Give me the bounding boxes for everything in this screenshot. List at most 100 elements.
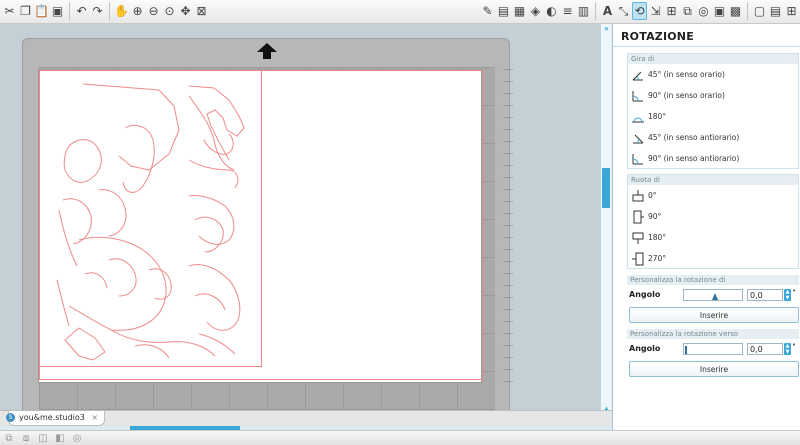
angle-slider[interactable] <box>683 343 743 355</box>
option-label: 270° <box>648 254 667 263</box>
angle-input[interactable]: 0,0 <box>747 289 783 301</box>
weld-icon[interactable]: ◎ <box>70 432 84 445</box>
ungroup-icon[interactable]: ⧈ <box>19 432 33 445</box>
rotate-45-cw-icon <box>632 71 643 80</box>
rotate-90-ccw-option[interactable]: 90° (in senso antiorario) <box>628 148 798 169</box>
group-icon[interactable]: ⧉ <box>2 432 16 445</box>
rotate-by-section: Gira di 45° (in senso orario) 90° (in se… <box>627 53 799 169</box>
document-tab-bar: S you&me.studio3 × <box>0 410 612 426</box>
line-style-icon[interactable]: ◈ <box>528 2 543 20</box>
divider <box>613 46 800 47</box>
replicate-icon[interactable]: ⧉ <box>680 2 695 20</box>
trace-icon[interactable]: ▣ <box>712 2 727 20</box>
text-style-icon[interactable]: A <box>600 2 615 20</box>
rotate-to-270-option[interactable]: 270° <box>628 248 798 269</box>
rotate-45-ccw-icon <box>633 134 644 143</box>
delete-icon[interactable]: ▣ <box>50 2 65 20</box>
paste-icon[interactable]: 📋 <box>34 2 49 20</box>
zoom-out-icon[interactable]: ⊖ <box>146 2 161 20</box>
rotate-icon[interactable]: ⟲ <box>632 2 647 20</box>
rotate-to-90-icon <box>633 210 644 223</box>
line-color-icon[interactable]: ▦ <box>512 2 527 20</box>
rotate-to-section: Ruota di 0° 90° 180° 270° <box>627 174 799 269</box>
cut-icon[interactable]: ✂ <box>2 2 17 20</box>
angle-label: Angolo <box>629 344 661 353</box>
toolbar-divider <box>747 2 748 20</box>
rotate-to-270-icon <box>632 252 644 265</box>
move-icon[interactable]: ✥ <box>178 2 193 20</box>
panel-collapse-icon[interactable]: » <box>601 24 612 34</box>
option-label: 45° (in senso orario) <box>648 70 725 79</box>
rotate-90-cw-icon <box>632 90 643 101</box>
angle-stepper[interactable]: ▲ ▼ <box>784 289 791 301</box>
degree-unit-icon: • <box>792 287 797 295</box>
insert-rotation-to-button[interactable]: Inserire <box>629 361 799 377</box>
canvas-vertical-scrollbar[interactable]: » ▲ ▼ <box>600 24 611 426</box>
angle-slider[interactable] <box>683 289 743 301</box>
bottom-toolbar: ⧉ ⧈ ◫ ◧ ◎ <box>0 430 800 445</box>
canvas-area[interactable] <box>0 24 600 439</box>
fit-page-icon[interactable]: ⊠ <box>194 2 209 20</box>
send-icon[interactable]: ⊞ <box>784 2 799 20</box>
cutting-mat <box>22 38 513 439</box>
compound-path-icon[interactable]: ◫ <box>36 432 50 445</box>
release-compound-icon[interactable]: ◧ <box>53 432 67 445</box>
option-label: 45° (in senso antiorario) <box>648 133 740 142</box>
option-label: 90° <box>648 212 662 221</box>
align-icon[interactable]: ⊞ <box>664 2 679 20</box>
cut-settings-icon[interactable]: ▤ <box>768 2 783 20</box>
mat-ruler <box>503 69 513 389</box>
face-outline <box>63 139 102 183</box>
slider-handle[interactable] <box>685 346 687 354</box>
transform-icon[interactable]: ⤡ <box>616 2 631 20</box>
pen-icon[interactable]: ✎ <box>480 2 495 20</box>
rotate-45-ccw-option[interactable]: 45° (in senso antiorario) <box>628 127 798 148</box>
option-label: 90° (in senso antiorario) <box>648 154 740 163</box>
section-header: Personalizza la rotazione verso <box>627 329 799 339</box>
angle-input[interactable]: 0,0 <box>747 343 783 355</box>
scrollbar-thumb[interactable] <box>602 168 610 208</box>
section-header: Ruota di <box>628 175 798 185</box>
toolbar-divider <box>69 2 70 20</box>
zoom-in-icon[interactable]: ⊕ <box>130 2 145 20</box>
rotate-180-option[interactable]: 180° <box>628 106 798 127</box>
document-tab[interactable]: S you&me.studio3 × <box>6 411 106 426</box>
modify-icon[interactable]: ◎ <box>696 2 711 20</box>
scale-icon[interactable]: ⇲ <box>648 2 663 20</box>
you-and-me-design[interactable] <box>39 70 262 367</box>
rotate-45-cw-option[interactable]: 45° (in senso orario) <box>628 64 798 85</box>
redo-icon[interactable]: ↷ <box>90 2 105 20</box>
slider-handle[interactable] <box>712 293 718 300</box>
rotate-to-0-option[interactable]: 0° <box>628 185 798 206</box>
page-setup-icon[interactable]: ▢ <box>752 2 767 20</box>
option-label: 180° <box>648 233 667 242</box>
degree-unit-icon: • <box>792 341 797 349</box>
angle-label: Angolo <box>629 290 661 299</box>
close-tab-icon[interactable]: × <box>91 413 98 422</box>
option-label: 90° (in senso orario) <box>648 91 725 100</box>
section-header: Gira di <box>628 54 798 64</box>
rotate-to-0-icon <box>632 189 644 201</box>
rotate-90-cw-option[interactable]: 90° (in senso orario) <box>628 85 798 106</box>
copy-icon[interactable]: ❐ <box>18 2 33 20</box>
design-outline <box>82 83 180 171</box>
offset-icon[interactable]: ▩ <box>728 2 743 20</box>
rotate-to-180-icon <box>632 232 644 244</box>
document-icon: S <box>6 413 15 422</box>
undo-icon[interactable]: ↶ <box>74 2 89 20</box>
shadow-icon[interactable]: ◐ <box>544 2 559 20</box>
rotation-panel: » ROTAZIONE Gira di 45° (in senso orario… <box>604 24 800 430</box>
rotate-to-180-option[interactable]: 180° <box>628 227 798 248</box>
rotate-to-90-option[interactable]: 90° <box>628 206 798 227</box>
angle-stepper[interactable]: ▲ ▼ <box>784 343 791 355</box>
rotate-180-icon <box>632 117 644 122</box>
stripes-icon[interactable]: ▥ <box>576 2 591 20</box>
pattern-icon[interactable]: ≡ <box>560 2 575 20</box>
pan-icon[interactable]: ✋ <box>114 2 129 20</box>
insert-rotation-button[interactable]: Inserire <box>629 307 799 323</box>
main-toolbar: ✂ ❐ 📋 ▣ ↶ ↷ ✋ ⊕ ⊖ ⊙ ✥ ⊠ ✎ ▤ ▦ ◈ ◐ ≡ ▥ A … <box>0 0 800 24</box>
feed-direction-icon <box>257 43 277 59</box>
zoom-select-icon[interactable]: ⊙ <box>162 2 177 20</box>
toolbar-divider <box>109 2 110 20</box>
fill-icon[interactable]: ▤ <box>496 2 511 20</box>
